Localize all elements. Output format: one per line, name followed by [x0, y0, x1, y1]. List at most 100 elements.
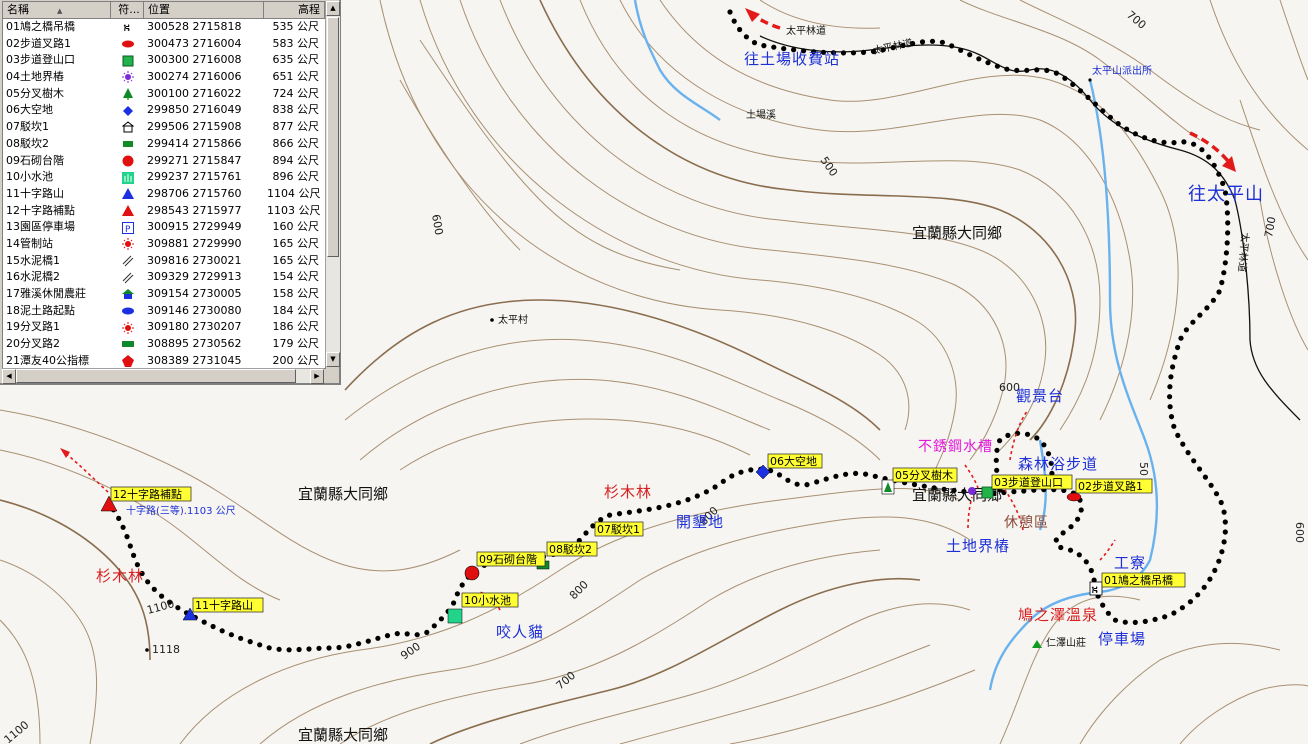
- cell-position: 309329 2729913: [147, 270, 242, 284]
- table-row[interactable]: 07駁坎1 299506 2715908 877 公尺: [3, 119, 325, 136]
- waypoint-table[interactable]: 名稱 ▲ 符... 位置 高程 01鳩之橋吊橋 ⛕ 300528 2715818 535…: [2, 1, 326, 369]
- cell-position: 299271 2715847: [147, 153, 242, 167]
- cell-position: 298706 2715760: [147, 186, 242, 200]
- waypoint-04[interactable]: [968, 487, 976, 495]
- table-row[interactable]: 01鳩之橋吊橋 ⛕ 300528 2715818 535 公尺: [3, 19, 325, 36]
- township-name: 宜蘭縣大同鄉: [298, 726, 388, 744]
- track-point: [159, 593, 165, 599]
- elev-label: 600: [429, 213, 445, 236]
- scroll-up-icon[interactable]: ▲: [326, 1, 340, 16]
- cell-elevation: 1104 公尺: [267, 186, 321, 200]
- track-point: [454, 591, 460, 597]
- table-row[interactable]: 05分叉樹木 300100 2716022 724 公尺: [3, 86, 325, 103]
- waypoint-06[interactable]: 06大空地: [755, 453, 823, 480]
- table-header: 名稱 ▲ 符... 位置 高程: [3, 2, 325, 19]
- track-point: [1083, 559, 1089, 565]
- scroll-down-icon[interactable]: ▼: [326, 352, 340, 367]
- table-row[interactable]: 10小水池 299237 2715761 896 公尺: [3, 169, 325, 186]
- table-row[interactable]: 18泥土路起點 309146 2730080 184 公尺: [3, 303, 325, 320]
- track-point: [1024, 431, 1031, 437]
- table-row[interactable]: 03步道登山口 300300 2716008 635 公尺: [3, 52, 325, 69]
- column-header-name[interactable]: 名稱 ▲: [3, 2, 111, 18]
- track-point: [872, 473, 878, 479]
- track-point: [228, 632, 234, 638]
- table-row[interactable]: 17雅溪休閒農莊 309154 2730005 158 公尺: [3, 286, 325, 303]
- table-row[interactable]: 15水泥橋1 309816 2730021 165 公尺: [3, 253, 325, 270]
- scroll-right-icon[interactable]: ▶: [310, 369, 324, 384]
- table-row[interactable]: 13園區停車場 P 300915 2729949 160 公尺: [3, 219, 325, 236]
- scroll-thumb[interactable]: [327, 17, 339, 257]
- purple-sun-icon: [111, 69, 144, 86]
- vertical-scrollbar[interactable]: ▲ ▼: [325, 1, 340, 367]
- label-cleared-land: 開墾地: [676, 513, 724, 531]
- track-point: [1171, 423, 1177, 429]
- track-point: [1218, 499, 1224, 506]
- table-row[interactable]: 11十字路山 298706 2715760 1104 公尺: [3, 186, 325, 203]
- column-header-position[interactable]: 位置: [144, 2, 264, 18]
- cell-position: 309146 2730080: [147, 303, 242, 317]
- scroll-left-icon[interactable]: ◀: [2, 369, 16, 384]
- track-point: [1041, 442, 1047, 448]
- track-point: [431, 623, 437, 629]
- horizontal-scrollbar[interactable]: ◀ ▶: [2, 368, 324, 384]
- table-row[interactable]: 19分叉路1 309180 2730207 186 公尺: [3, 319, 325, 336]
- track-point: [1213, 491, 1220, 497]
- track-point: [1088, 567, 1094, 574]
- track-point: [286, 647, 292, 653]
- label-cedar-forest: 杉木林: [604, 483, 652, 501]
- table-row[interactable]: 06大空地 299850 2716049 838 公尺: [3, 102, 325, 119]
- cell-name: 15水泥橋1: [6, 253, 60, 267]
- purple-sun-icon: [968, 487, 976, 495]
- triangulation-note: 十字路(三等).1103 公尺: [126, 504, 236, 517]
- table-row[interactable]: 16水泥橋2 309329 2729913 154 公尺: [3, 269, 325, 286]
- track-point: [712, 484, 718, 490]
- track-point: [1060, 530, 1066, 536]
- scroll-thumb-horizontal[interactable]: [16, 369, 296, 383]
- waypoint-10[interactable]: 10小水池: [447, 592, 519, 624]
- cell-name: 08駁坎2: [6, 136, 49, 150]
- table-row[interactable]: 08駁坎2 299414 2715866 866 公尺: [3, 136, 325, 153]
- track-point: [666, 502, 672, 508]
- waypoint-label: 09石砌台階: [479, 552, 537, 566]
- track-point: [1053, 70, 1059, 76]
- track-point: [1204, 305, 1210, 311]
- table-row[interactable]: 02步道叉路1 300473 2716004 583 公尺: [3, 36, 325, 53]
- track-point: [1004, 66, 1010, 72]
- track-point: [247, 639, 253, 645]
- track-point: [1171, 140, 1177, 146]
- track-point: [823, 476, 829, 482]
- elev-label: 1118: [152, 643, 180, 656]
- track-point: [607, 512, 613, 518]
- table-row[interactable]: 04土地界樁 300274 2716006 651 公尺: [3, 69, 325, 86]
- cell-elevation: 160 公尺: [272, 220, 320, 234]
- elev-label: 800: [567, 578, 591, 602]
- track-point: [1085, 94, 1091, 100]
- cell-name: 17雅溪休閒農莊: [6, 287, 86, 300]
- cell-name: 14管制站: [6, 236, 53, 250]
- cell-elevation: 165 公尺: [272, 236, 320, 250]
- track-point: [1171, 610, 1177, 616]
- table-row[interactable]: 20分叉路2 308895 2730562 179 公尺: [3, 336, 325, 353]
- table-row[interactable]: 09石砌台階 299271 2715847 894 公尺: [3, 153, 325, 170]
- village-dot: [490, 318, 494, 322]
- track-point: [1210, 297, 1216, 303]
- table-row[interactable]: 12十字路補點 298543 2715977 1103 公尺: [3, 203, 325, 220]
- track-point: [124, 534, 130, 540]
- cell-elevation: 894 公尺: [272, 153, 320, 167]
- label-parking: 停車場: [1098, 630, 1146, 648]
- track-point: [1202, 474, 1208, 480]
- track-point: [210, 623, 216, 630]
- track-point: [1221, 509, 1227, 515]
- cell-name: 05分叉樹木: [6, 86, 64, 100]
- waypoint-09[interactable]: 09石砌台階: [464, 551, 546, 581]
- column-header-elevation[interactable]: 高程: [264, 2, 325, 18]
- police-station-name: 太平山派出所: [1092, 64, 1152, 77]
- waypoint-02[interactable]: 02步道叉路1: [1066, 478, 1153, 502]
- table-row[interactable]: 21潭友40公指標 308389 2731045 200 公尺: [3, 353, 325, 368]
- table-row[interactable]: 14管制站 309881 2729990 165 公尺: [3, 236, 325, 253]
- waypoint-07[interactable]: 07駁坎1: [594, 521, 644, 537]
- track-point: [1142, 618, 1148, 625]
- track-point: [748, 467, 754, 473]
- waypoint-11[interactable]: 11十字路山: [182, 597, 264, 621]
- column-header-symbol[interactable]: 符...: [111, 2, 144, 18]
